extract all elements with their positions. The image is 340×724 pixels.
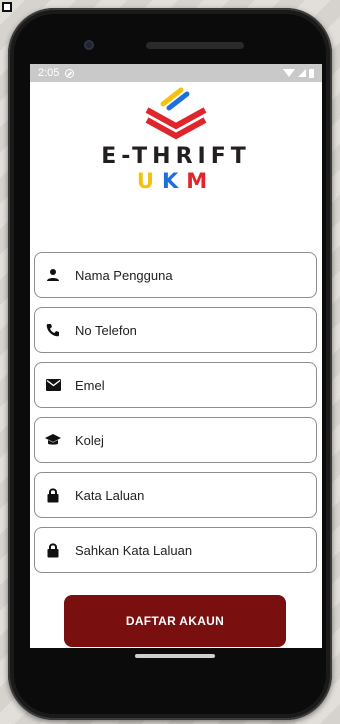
signal-icon <box>298 69 306 77</box>
confirm-password-placeholder: Sahkan Kata Laluan <box>75 542 193 558</box>
registration-form: Nama Pengguna No Telefon Emel Kolej Kata… <box>34 252 317 582</box>
app-screen: 2:05 E-THRIFT UKM Nama Pengguna No Telef… <box>30 64 322 648</box>
lock-icon <box>45 487 61 503</box>
email-placeholder: Emel <box>75 377 105 393</box>
window-corner-marker <box>2 2 12 12</box>
username-placeholder: Nama Pengguna <box>75 267 173 283</box>
do-not-disturb-icon <box>65 68 75 78</box>
school-icon <box>45 432 61 448</box>
wifi-icon <box>283 69 295 77</box>
college-field[interactable]: Kolej <box>34 417 317 463</box>
app-logo: E-THRIFT UKM <box>30 86 322 193</box>
phone-icon <box>45 322 61 338</box>
password-field[interactable]: Kata Laluan <box>34 472 317 518</box>
phone-placeholder: No Telefon <box>75 322 137 338</box>
college-placeholder: Kolej <box>75 432 104 448</box>
home-indicator[interactable] <box>135 654 215 658</box>
status-bar: 2:05 <box>30 64 322 82</box>
bottom-bezel <box>30 648 322 678</box>
confirm-password-field[interactable]: Sahkan Kata Laluan <box>34 527 317 573</box>
brand-letter-k: K <box>161 169 187 193</box>
earpiece-speaker <box>146 42 244 49</box>
brand-letter-u: U <box>136 169 162 193</box>
email-icon <box>45 377 61 393</box>
username-field[interactable]: Nama Pengguna <box>34 252 317 298</box>
password-placeholder: Kata Laluan <box>75 487 145 503</box>
phone-field[interactable]: No Telefon <box>34 307 317 353</box>
register-button[interactable]: DAFTAR AKAUN <box>64 595 286 647</box>
hanger-logo-icon <box>145 87 207 140</box>
email-field[interactable]: Emel <box>34 362 317 408</box>
person-icon <box>45 267 61 283</box>
front-camera-icon <box>84 40 94 50</box>
status-time: 2:05 <box>38 67 60 79</box>
brand-letter-m: M <box>186 169 216 193</box>
battery-icon <box>309 68 314 78</box>
brand-subtitle: UKM <box>30 169 322 193</box>
brand-title: E-THRIFT <box>101 144 251 169</box>
lock-icon <box>45 542 61 558</box>
